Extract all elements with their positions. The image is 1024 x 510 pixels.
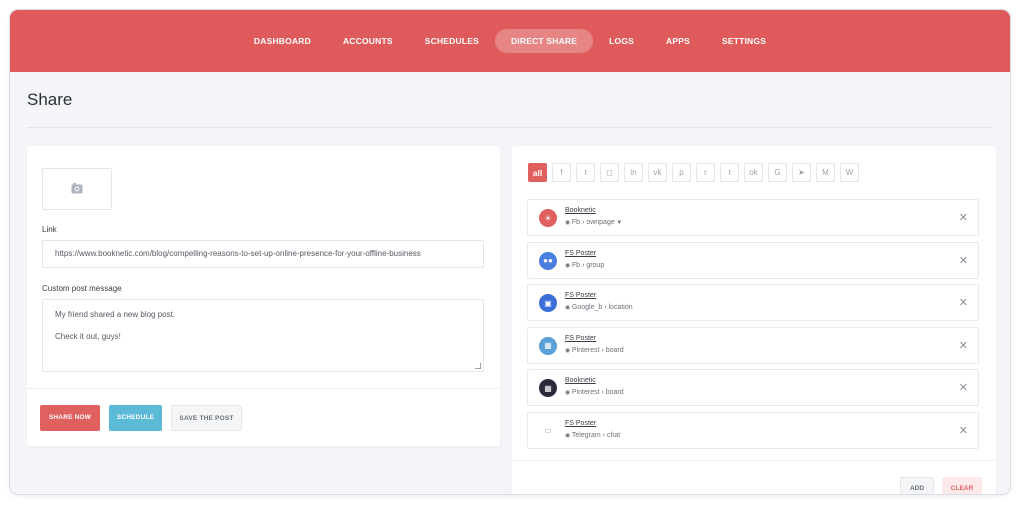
account-type: group — [586, 261, 605, 269]
account-network: Google_b — [571, 304, 603, 311]
filter-all[interactable]: all — [528, 163, 547, 182]
nav-item-dashboard[interactable]: DASHBOARD — [238, 29, 327, 53]
message-line: Check it out, guys! — [55, 332, 121, 341]
remove-account-icon[interactable]: ✕ — [959, 254, 968, 267]
facebook-icon[interactable]: f — [552, 163, 571, 182]
nav-item-settings[interactable]: SETTINGS — [706, 29, 782, 53]
account-network: Fb — [571, 219, 581, 226]
account-meta: ◉ Pinterest › board — [565, 347, 624, 354]
link-label: Link — [42, 225, 57, 234]
account-type: ownpage — [586, 219, 615, 226]
account-network: Fb — [571, 261, 581, 269]
network-icon: ◉ — [565, 390, 572, 396]
nav-item-logs[interactable]: LOGS — [593, 29, 650, 53]
account-type: board — [605, 346, 624, 354]
tumblr-icon[interactable]: t — [720, 163, 739, 182]
account-name[interactable]: Booknetic — [565, 377, 596, 384]
remove-account-icon[interactable]: ✕ — [959, 211, 968, 224]
title-divider — [27, 127, 993, 128]
account-avatar: ▣ — [539, 294, 557, 312]
account-avatar: ☀ — [539, 209, 557, 227]
account-item[interactable]: ●● FS Poster ◉ Fb › group ✕ — [527, 241, 979, 279]
remove-account-icon[interactable]: ✕ — [959, 424, 968, 437]
resize-handle[interactable] — [475, 363, 481, 369]
linkedin-icon[interactable]: in — [624, 163, 643, 182]
account-avatar: ▦ — [539, 379, 557, 397]
account-item[interactable]: ☀ Booknetic ◉ Fb › ownpage ▼ ✕ — [527, 199, 979, 236]
message-line — [55, 320, 471, 331]
account-meta: ◉ Fb › ownpage ▼ — [565, 219, 622, 226]
nav-item-apps[interactable]: APPS — [650, 29, 706, 53]
save-post-button[interactable]: SAVE THE POST — [171, 405, 242, 431]
telegram-icon[interactable]: ➤ — [792, 163, 811, 182]
account-name[interactable]: Booknetic — [565, 207, 596, 214]
account-meta: ◉ Telegram › chat — [565, 432, 620, 439]
account-list: ☀ Booknetic ◉ Fb › ownpage ▼ ✕ ●● FS Poster ◉ … — [527, 199, 979, 454]
nav-item-accounts[interactable]: ACCOUNTS — [327, 29, 409, 53]
account-name[interactable]: FS Poster — [565, 420, 596, 427]
vk-icon[interactable]: vk — [648, 163, 667, 182]
share-form-card: Link https://www.booknetic.com/blog/comp… — [27, 146, 500, 446]
instagram-icon[interactable]: ◻ — [600, 163, 619, 182]
app-window: DASHBOARD ACCOUNTS SCHEDULES DIRECT SHARE LO… — [10, 10, 1010, 494]
account-item[interactable]: ▦ FS Poster ◉ Pinterest › board ✕ — [527, 326, 979, 364]
account-item[interactable]: ▦ Booknetic ◉ Pinterest › board ✕ — [527, 369, 979, 406]
account-network: Pinterest — [571, 389, 600, 396]
account-avatar: ▦ — [539, 336, 557, 355]
remove-account-icon[interactable]: ✕ — [959, 339, 968, 352]
account-network: Pinterest — [571, 346, 600, 354]
page-title: Share — [27, 90, 73, 109]
account-item[interactable]: ▣ FS Poster ◉ Google_b › location ✕ — [527, 284, 979, 321]
twitter-icon[interactable]: t — [576, 163, 595, 182]
odnoklassniki-icon[interactable]: ok — [744, 163, 763, 182]
remove-account-icon[interactable]: ✕ — [959, 381, 968, 394]
clear-button[interactable]: CLEAR — [942, 477, 982, 494]
network-icon: ◉ — [565, 220, 572, 226]
account-name[interactable]: FS Poster — [565, 292, 596, 299]
account-name[interactable]: FS Poster — [565, 335, 596, 342]
message-textarea[interactable]: My friend shared a new blog post. Check … — [42, 299, 484, 372]
account-meta: ◉ Fb › group — [565, 262, 604, 269]
account-type: board — [605, 389, 624, 396]
network-icon: ◉ — [565, 347, 572, 354]
nav-item-schedules[interactable]: SCHEDULES — [409, 29, 495, 53]
image-placeholder-icon — [71, 183, 83, 194]
account-meta: ◉ Google_b › location — [565, 304, 633, 311]
account-avatar: ●● — [539, 251, 557, 270]
accounts-card: all f t ◻ in vk p r t ok G ➤ M W ☀ Booknetic ◉ Fb › own… — [512, 146, 996, 494]
reddit-icon[interactable]: r — [696, 163, 715, 182]
message-line: My friend shared a new blog post. — [55, 310, 176, 319]
account-avatar: ▭ — [539, 421, 557, 440]
top-navigation: DASHBOARD ACCOUNTS SCHEDULES DIRECT SHARE LO… — [10, 10, 1010, 72]
network-icon: ◉ — [565, 262, 572, 269]
image-upload[interactable] — [42, 168, 112, 210]
google-icon[interactable]: G — [768, 163, 787, 182]
account-name[interactable]: FS Poster — [565, 250, 596, 257]
accounts-divider — [512, 460, 996, 461]
account-item[interactable]: ▭ FS Poster ◉ Telegram › chat ✕ — [527, 411, 979, 449]
share-now-button[interactable]: SHARE NOW — [40, 405, 100, 431]
remove-account-icon[interactable]: ✕ — [959, 296, 968, 309]
network-filter-row: all f t ◻ in vk p r t ok G ➤ M W — [528, 163, 859, 182]
account-meta: ◉ Pinterest › board — [565, 389, 624, 396]
schedule-button[interactable]: SCHEDULE — [109, 405, 162, 431]
add-button[interactable]: ADD — [900, 477, 934, 494]
account-type: location — [608, 304, 633, 311]
nav-item-direct-share[interactable]: DIRECT SHARE — [494, 29, 594, 53]
account-network: Telegram — [571, 431, 601, 439]
account-type: chat — [606, 431, 621, 439]
message-label: Custom post message — [42, 284, 122, 293]
network-icon: ◉ — [565, 432, 572, 439]
link-input[interactable]: https://www.booknetic.com/blog/compellin… — [42, 240, 484, 268]
filter-icon[interactable]: ▼ — [615, 220, 622, 226]
pinterest-icon[interactable]: p — [672, 163, 691, 182]
wordpress-icon[interactable]: W — [840, 163, 859, 182]
medium-icon[interactable]: M — [816, 163, 835, 182]
form-divider — [27, 388, 500, 389]
network-icon: ◉ — [565, 305, 572, 311]
